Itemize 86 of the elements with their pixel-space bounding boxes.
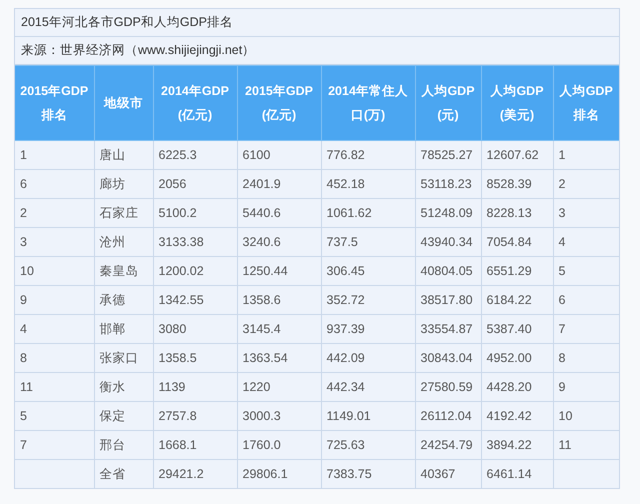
table-cell: 3240.6 <box>237 228 321 256</box>
table-cell: 10 <box>15 256 94 286</box>
table-cell: 12607.62 <box>481 140 553 170</box>
table-cell: 3000.3 <box>237 402 321 430</box>
table-cell: 7 <box>15 430 94 460</box>
table-cell: 2056 <box>153 170 237 198</box>
table-title: 2015年河北各市GDP和人均GDP排名 <box>15 9 619 37</box>
column-header: 2015年GDP(亿元) <box>237 66 321 140</box>
table-cell: 9 <box>15 286 94 314</box>
table-cell: 2 <box>15 198 94 228</box>
table-cell: 53118.23 <box>415 170 481 198</box>
table-cell: 1149.01 <box>321 402 415 430</box>
column-header: 人均GDP(元) <box>415 66 481 140</box>
table-cell: 1250.44 <box>237 256 321 286</box>
table-cell: 沧州 <box>94 228 153 256</box>
table-cell: 5 <box>15 402 94 430</box>
column-header: 2015年GDP排名 <box>15 66 94 140</box>
column-header: 地级市 <box>94 66 153 140</box>
table-cell: 937.39 <box>321 314 415 344</box>
table-cell: 442.34 <box>321 372 415 402</box>
table-cell: 3133.38 <box>153 228 237 256</box>
table-cell: 2757.8 <box>153 402 237 430</box>
table-cell: 6184.22 <box>481 286 553 314</box>
table-cell: 3894.22 <box>481 430 553 460</box>
table-cell: 邢台 <box>94 430 153 460</box>
table-cell: 3 <box>15 228 94 256</box>
table-cell: 1 <box>15 140 94 170</box>
table-cell: 1363.54 <box>237 344 321 372</box>
table-cell: 442.09 <box>321 344 415 372</box>
table-cell: 承德 <box>94 286 153 314</box>
table-cell: 5387.40 <box>481 314 553 344</box>
table-cell: 1358.5 <box>153 344 237 372</box>
table-cell: 27580.59 <box>415 372 481 402</box>
table-cell: 8228.13 <box>481 198 553 228</box>
table-cell: 452.18 <box>321 170 415 198</box>
column-header: 2014年GDP(亿元) <box>153 66 237 140</box>
table-cell: 5100.2 <box>153 198 237 228</box>
table-cell: 衡水 <box>94 372 153 402</box>
table-cell: 306.45 <box>321 256 415 286</box>
table-cell: 8528.39 <box>481 170 553 198</box>
table-cell: 6551.29 <box>481 256 553 286</box>
table-cell: 3080 <box>153 314 237 344</box>
table-cell: 352.72 <box>321 286 415 314</box>
table-cell: 6100 <box>237 140 321 170</box>
column-header: 人均GDP(美元) <box>481 66 553 140</box>
table-cell: 张家口 <box>94 344 153 372</box>
table-cell: 1760.0 <box>237 430 321 460</box>
table-cell: 24254.79 <box>415 430 481 460</box>
table-cell: 1668.1 <box>153 430 237 460</box>
table-cell: 1200.02 <box>153 256 237 286</box>
table-cell: 737.5 <box>321 228 415 256</box>
table-cell: 38517.80 <box>415 286 481 314</box>
table-cell: 廊坊 <box>94 170 153 198</box>
table-cell: 1061.62 <box>321 198 415 228</box>
table-cell: 40804.05 <box>415 256 481 286</box>
table-cell: 4428.20 <box>481 372 553 402</box>
table-cell: 保定 <box>94 402 153 430</box>
table-cell: 1139 <box>153 372 237 402</box>
table-cell: 邯郸 <box>94 314 153 344</box>
table-cell: 秦皇岛 <box>94 256 153 286</box>
table-cell: 唐山 <box>94 140 153 170</box>
table-cell: 26112.04 <box>415 402 481 430</box>
table-cell: 2401.9 <box>237 170 321 198</box>
table-cell: 11 <box>15 372 94 402</box>
table-cell: 1342.55 <box>153 286 237 314</box>
table-cell: 8 <box>15 344 94 372</box>
table-cell: 51248.09 <box>415 198 481 228</box>
table-cell: 1220 <box>237 372 321 402</box>
table-cell: 725.63 <box>321 430 415 460</box>
table-cell: 石家庄 <box>94 198 153 228</box>
table-cell: 6 <box>15 170 94 198</box>
table-cell: 43940.34 <box>415 228 481 256</box>
table-cell: 6225.3 <box>153 140 237 170</box>
column-header: 人均GDP排名 <box>553 66 619 140</box>
table-cell: 3145.4 <box>237 314 321 344</box>
table-cell: 33554.87 <box>415 314 481 344</box>
table-cell: 78525.27 <box>415 140 481 170</box>
table-cell: 30843.04 <box>415 344 481 372</box>
table-cell: 4952.00 <box>481 344 553 372</box>
column-header: 2014年常住人口(万) <box>321 66 415 140</box>
table-cell: 5440.6 <box>237 198 321 228</box>
table-cell: 1358.6 <box>237 286 321 314</box>
table-cell: 7054.84 <box>481 228 553 256</box>
table-cell: 4192.42 <box>481 402 553 430</box>
table-cell: 776.82 <box>321 140 415 170</box>
table-cell: 4 <box>15 314 94 344</box>
